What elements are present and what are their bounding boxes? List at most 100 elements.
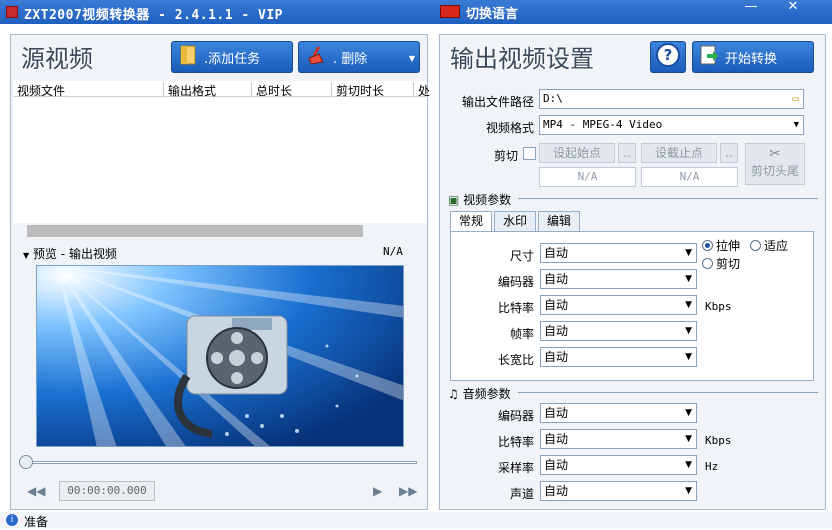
tab-edit[interactable]: 编辑 xyxy=(538,211,580,231)
chevron-down-icon: ▼ xyxy=(685,486,692,496)
seek-thumb[interactable] xyxy=(19,455,33,469)
film-icon: ▣ xyxy=(448,193,460,207)
status-text: 准备 xyxy=(24,515,49,529)
output-settings-panel: 输出视频设置 ? 开始转换 输出文件路径 D:\ ▭ 视频格式 MP4 - MP… xyxy=(439,34,826,510)
radio-fit[interactable]: 适应 xyxy=(750,237,788,254)
stretch-label: 拉伸 xyxy=(716,239,741,253)
channels-select[interactable]: 自动 ▼ xyxy=(540,481,697,501)
set-end-button[interactable]: 设截止点 xyxy=(641,143,717,163)
audio-params-label: 音频参数 xyxy=(462,387,511,401)
start-convert-label: 开始转换 xyxy=(725,51,778,67)
samplerate-label: 采样率 xyxy=(497,461,534,475)
col-video-file[interactable]: 视频文件 xyxy=(13,82,65,98)
switch-language-button[interactable]: 切换语言 xyxy=(466,3,518,22)
close-button[interactable]: ✕ xyxy=(778,0,808,16)
audio-encoder-select[interactable]: 自动 ▼ xyxy=(540,403,697,423)
info-icon: i xyxy=(6,514,18,526)
source-video-panel: 源视频 .添加任务 . 删除 ▼ 视频文件 输出格式 总时长 剪切时长 处 ▼ … xyxy=(10,34,430,510)
file-list[interactable] xyxy=(13,97,427,223)
delete-button[interactable]: . 删除 ▼ xyxy=(298,41,420,73)
cut-head-tail-label: 剪切头尾 xyxy=(750,164,799,178)
video-bitrate-select[interactable]: 自动 ▼ xyxy=(540,295,697,315)
start-convert-button[interactable]: 开始转换 xyxy=(692,41,814,73)
end-point-value: N/A xyxy=(641,167,738,187)
rewind-icon[interactable]: ◀◀ xyxy=(27,484,45,498)
set-end-more-button[interactable]: .. xyxy=(720,143,738,163)
samplerate-value: 自动 xyxy=(544,458,569,472)
tab-general[interactable]: 常规 xyxy=(450,211,492,232)
delete-label: . 删除 xyxy=(333,51,368,67)
audio-bitrate-select[interactable]: 自动 ▼ xyxy=(540,429,697,449)
audio-params-divider xyxy=(518,392,818,393)
samplerate-unit: Hz xyxy=(705,460,719,473)
set-start-more-button[interactable]: .. xyxy=(618,143,636,163)
title-bar: ZXT2007视频转换器 - 2.4.1.1 - VIP 切换语言 — ✕ xyxy=(0,0,832,24)
video-encoder-label: 编码器 xyxy=(497,275,534,289)
cut-label: 剪切 xyxy=(493,149,518,163)
video-encoder-value: 自动 xyxy=(544,272,569,286)
radio-selected-icon xyxy=(702,240,713,251)
video-params-label: 视频参数 xyxy=(463,193,512,207)
tab-watermark[interactable]: 水印 xyxy=(494,211,536,231)
aspect-label: 长宽比 xyxy=(497,353,534,367)
output-path-label: 输出文件路径 xyxy=(461,95,534,109)
app-icon xyxy=(6,6,18,18)
radio-icon xyxy=(702,258,713,269)
preview-toggle[interactable]: ▼ 预览 - 输出视频 xyxy=(23,245,117,262)
flag-icon[interactable] xyxy=(440,5,460,18)
fast-forward-icon[interactable]: ▶▶ xyxy=(399,484,417,498)
fps-value: 自动 xyxy=(544,324,569,338)
cut-head-tail-button[interactable]: ✂ 剪切头尾 xyxy=(745,143,805,185)
chevron-down-icon: ▼ xyxy=(685,274,692,284)
preview-image xyxy=(36,265,404,447)
help-icon: ? xyxy=(655,42,681,72)
add-task-button[interactable]: .添加任务 xyxy=(171,41,293,73)
minimize-button[interactable]: — xyxy=(736,0,766,16)
set-start-button[interactable]: 设起始点 xyxy=(539,143,615,163)
preview-duration: N/A xyxy=(383,245,403,258)
chevron-down-icon: ▼ xyxy=(685,408,692,418)
play-icon[interactable]: ▶ xyxy=(373,484,382,498)
folder-icon xyxy=(178,44,198,70)
triangle-down-icon: ▼ xyxy=(23,251,30,260)
channels-value: 自动 xyxy=(544,484,569,498)
timecode-display: 00:00:00.000 xyxy=(59,481,155,501)
output-path-field[interactable]: D:\ ▭ xyxy=(539,89,804,109)
chevron-down-icon: ▼ xyxy=(685,352,692,362)
fps-select[interactable]: 自动 ▼ xyxy=(540,321,697,341)
col-total-duration[interactable]: 总时长 xyxy=(251,82,292,98)
video-format-select[interactable]: MP4 - MPEG-4 Video ▼ xyxy=(539,115,804,135)
preview-label: 预览 - 输出视频 xyxy=(32,247,117,261)
start-point-value: N/A xyxy=(539,167,636,187)
video-params-header: ▣ 视频参数 xyxy=(448,191,511,208)
audio-params-header: ♫ 音频参数 xyxy=(448,385,511,402)
chevron-down-icon: ▼ xyxy=(685,248,692,258)
horizontal-scrollbar[interactable] xyxy=(27,225,363,237)
samplerate-select[interactable]: 自动 ▼ xyxy=(540,455,697,475)
window-title: ZXT2007视频转换器 - 2.4.1.1 - VIP xyxy=(24,8,284,23)
source-video-title: 源视频 xyxy=(21,45,93,73)
radio-stretch[interactable]: 拉伸 xyxy=(702,237,740,254)
col-output-format[interactable]: 输出格式 xyxy=(163,82,216,98)
svg-text:?: ? xyxy=(664,46,673,64)
crop-label: 剪切 xyxy=(716,257,741,271)
scissors-icon: ✂ xyxy=(769,146,781,162)
col-cut-duration[interactable]: 剪切时长 xyxy=(331,82,384,98)
help-button[interactable]: ? xyxy=(650,41,686,73)
aspect-select[interactable]: 自动 ▼ xyxy=(540,347,697,367)
size-select[interactable]: 自动 ▼ xyxy=(540,243,697,263)
video-bitrate-unit: Kbps xyxy=(705,300,732,313)
radio-crop[interactable]: 剪切 xyxy=(702,255,740,272)
output-path-value: D:\ xyxy=(543,92,563,105)
cut-checkbox[interactable] xyxy=(523,147,536,160)
audio-bitrate-value: 自动 xyxy=(544,432,569,446)
col-process[interactable]: 处 xyxy=(413,82,430,98)
chevron-down-icon: ▼ xyxy=(685,460,692,470)
video-encoder-select[interactable]: 自动 ▼ xyxy=(540,269,697,289)
folder-browse-icon[interactable]: ▭ xyxy=(792,90,799,108)
chevron-down-icon[interactable]: ▼ xyxy=(409,54,415,63)
channels-label: 声道 xyxy=(509,487,534,501)
size-value: 自动 xyxy=(544,246,569,260)
audio-encoder-label: 编码器 xyxy=(497,409,534,423)
seek-track[interactable] xyxy=(25,461,417,464)
